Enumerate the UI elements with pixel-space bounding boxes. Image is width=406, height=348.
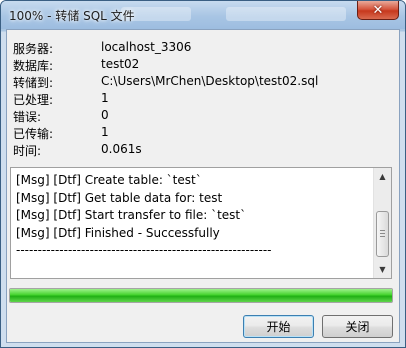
info-label: 服务器: [13,42,54,56]
scroll-up-button[interactable]: ▲ [374,168,391,185]
scroll-down-button[interactable]: ▼ [374,261,391,278]
dialog-body: 服务器: localhost_3306 数据库: test02 转储到: C:\… [6,29,400,343]
window-title: 100% - 转储 SQL 文件 [9,9,135,23]
log-line: [Msg] [Dtf] Finished - Successfully [16,225,220,240]
chevron-down-icon: ▼ [379,265,386,274]
info-label: 时间: [13,144,42,158]
info-value: localhost_3306 [101,40,192,54]
info-value: 1 [101,91,109,105]
info-value: 0.061s [101,142,142,156]
log-line: [Msg] [Dtf] Start transfer to file: `tes… [16,208,247,222]
info-value: 1 [101,125,109,139]
scroll-thumb[interactable] [376,211,389,257]
window-close-button[interactable]: ✕ [357,1,399,20]
chevron-up-icon: ▲ [379,172,386,181]
info-value: test02 [101,57,140,71]
grip-line [380,236,385,237]
title-bar[interactable]: 100% - 转储 SQL 文件 ✕ [1,1,405,29]
progress-bar [9,288,393,303]
info-label: 错误: [13,110,42,124]
log-scrollbar[interactable]: ▲ ▼ [373,168,391,278]
dump-sql-dialog: 100% - 转储 SQL 文件 ✕ 服务器: localhost_3306 数… [0,0,406,348]
log-line: [Msg] [Dtf] Get table data for: test [16,190,223,205]
info-label: 转储到: [13,76,54,90]
progress-fill [10,289,392,302]
info-value: C:\Users\MrChen\Desktop\test02.sql [101,74,319,88]
grip-line [380,230,385,231]
info-label: 数据库: [13,59,54,73]
title-bar-glass [226,7,346,21]
info-value: 0 [101,108,109,122]
log-lines: [Msg] [Dtf] Create table: `test` [Msg] [… [16,172,371,260]
info-label: 已处理: [13,93,54,107]
start-button[interactable]: 开始 [243,315,314,338]
log-line: [Msg] [Dtf] Create table: `test` [16,173,202,187]
close-icon: ✕ [372,2,384,18]
info-label: 已传输: [13,127,54,141]
log-separator: ----------------------------------------… [16,243,272,257]
close-button[interactable]: 关闭 [322,315,393,338]
message-log[interactable]: [Msg] [Dtf] Create table: `test` [Msg] [… [10,167,392,279]
grip-line [380,233,385,234]
